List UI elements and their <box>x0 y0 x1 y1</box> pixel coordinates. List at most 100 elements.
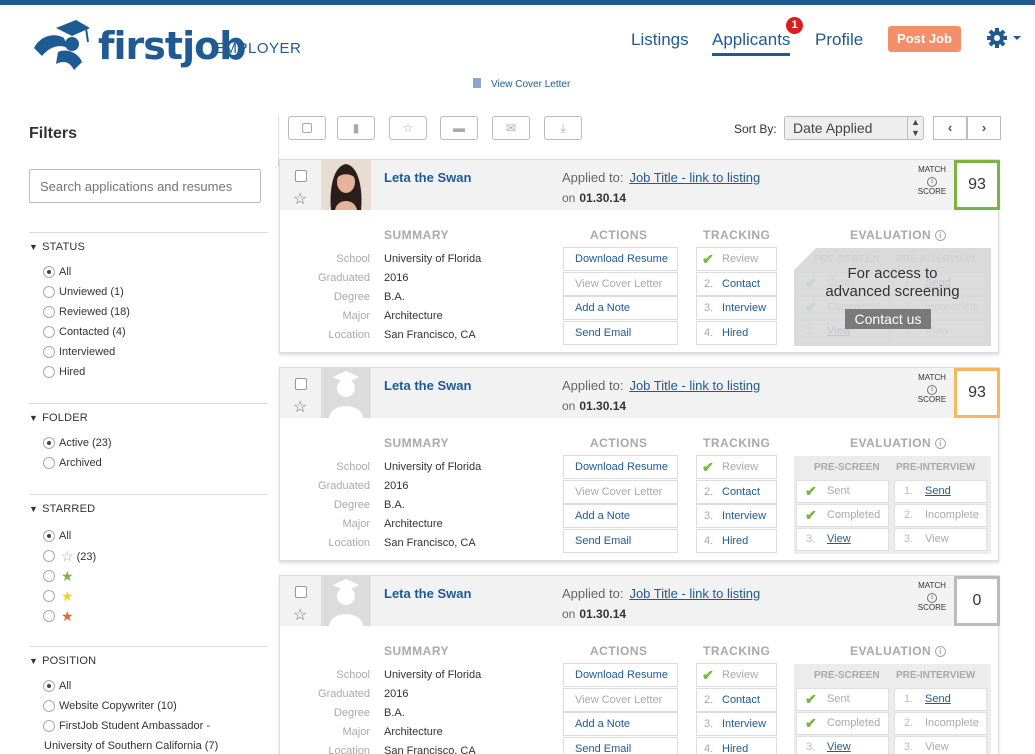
folder-option-archived[interactable]: Archived <box>29 453 268 473</box>
email-button[interactable]: ✉ <box>492 116 530 140</box>
starred-option-green[interactable]: ★ <box>29 566 268 586</box>
select-checkbox[interactable] <box>295 586 307 598</box>
post-job-button[interactable]: Post Job <box>888 26 961 52</box>
starred-option-all[interactable]: All <box>29 526 268 546</box>
status-option-all[interactable]: All <box>29 262 268 282</box>
send-email-button[interactable]: Send Email <box>563 529 678 553</box>
download-button[interactable]: ⤓ <box>544 116 582 140</box>
info-icon[interactable]: i <box>927 593 937 603</box>
position-option-ambassador-cont[interactable]: University of Southern California (7) <box>29 736 268 754</box>
pre-screen-view[interactable]: 3.View <box>796 736 889 754</box>
summary-location: Location San Francisco, CA <box>328 329 476 341</box>
info-icon[interactable]: i <box>935 646 947 657</box>
pre-interview-send[interactable]: 1.Send <box>894 688 987 711</box>
view-cover-letter-link[interactable]: View Cover Letter <box>473 78 570 90</box>
logo[interactable]: firstjob EMPLOYER <box>28 18 301 74</box>
tracking-contact[interactable]: 2. Contact <box>696 688 777 712</box>
applicant-name[interactable]: Leta the Swan <box>384 378 471 393</box>
select-checkbox[interactable] <box>295 378 307 390</box>
send-email-button[interactable]: Send Email <box>563 321 678 345</box>
notification-badge: 1 <box>786 17 803 34</box>
summary-degree: Degree B.A. <box>333 707 405 719</box>
status-option-hired[interactable]: Hired <box>29 362 268 382</box>
info-icon[interactable]: i <box>935 438 947 449</box>
tracking-hired[interactable]: 4. Hired <box>696 321 777 345</box>
job-title-link[interactable]: Job Title - link to listing <box>629 586 760 601</box>
star-toggle-icon[interactable]: ☆ <box>293 608 307 624</box>
starred-option-orange[interactable]: ★ <box>29 606 268 626</box>
applicant-name[interactable]: Leta the Swan <box>384 586 471 601</box>
pre-interview-send[interactable]: 1.Send <box>894 480 987 503</box>
pre-screen-view[interactable]: 3.View <box>796 528 889 551</box>
tracking-hired[interactable]: 4. Hired <box>696 529 777 553</box>
tracking-interview[interactable]: 3. Interview <box>696 296 777 320</box>
filters-panel: Filters <box>29 125 269 143</box>
advanced-screening-overlay: For access to advanced screening Contact u… <box>794 248 991 346</box>
position-option-copywriter[interactable]: Website Copywriter (10) <box>29 696 268 716</box>
tracking-interview[interactable]: 3. Interview <box>696 504 777 528</box>
folder-option-active[interactable]: Active (23) <box>29 433 268 453</box>
starred-option-yellow[interactable]: ★ <box>29 586 268 606</box>
tracking-heading: TRACKING <box>703 228 771 242</box>
evaluation-panel: PRE-SCREEN PRE-INTERVIEW ✔Sent ✔Complete… <box>794 456 991 554</box>
info-icon[interactable]: i <box>927 385 937 395</box>
nav-applicants[interactable]: Applicants <box>712 30 791 56</box>
pre-interview-heading: PRE-INTERVIEW <box>896 670 976 681</box>
nav-profile[interactable]: Profile <box>815 30 863 50</box>
summary-graduated: Graduated 2016 <box>318 480 409 492</box>
search-input[interactable] <box>29 169 261 203</box>
add-note-button[interactable]: Add a Note <box>563 712 678 736</box>
status-option-contacted[interactable]: Contacted (4) <box>29 322 268 342</box>
filter-starred: STARRED All ☆ (23) ★ ★ ★ <box>29 494 268 626</box>
star-toggle-icon[interactable]: ☆ <box>293 192 307 208</box>
avatar <box>321 160 371 210</box>
job-title-link[interactable]: Job Title - link to listing <box>629 378 760 393</box>
summary-location: Location San Francisco, CA <box>328 537 476 549</box>
select-checkbox[interactable] <box>295 170 307 182</box>
sort-select[interactable]: Date Applied ▲ ▼ <box>784 116 924 140</box>
info-icon[interactable]: i <box>927 177 937 187</box>
settings-menu[interactable] <box>985 26 1025 50</box>
view-cover-letter-button[interactable]: View Cover Letter <box>563 688 678 712</box>
star-button[interactable]: ☆ <box>389 116 427 140</box>
match-score: 93 <box>954 368 1000 418</box>
tracking-review[interactable]: ✔ Review <box>696 455 777 479</box>
download-resume-button[interactable]: Download Resume <box>563 663 678 687</box>
avatar <box>321 576 371 626</box>
add-note-button[interactable]: Add a Note <box>563 296 678 320</box>
select-all-button[interactable] <box>288 116 326 140</box>
tracking-interview[interactable]: 3. Interview <box>696 712 777 736</box>
add-note-button[interactable]: Add a Note <box>563 504 678 528</box>
next-page-button[interactable]: › <box>967 116 1001 140</box>
position-option-ambassador[interactable]: FirstJob Student Ambassador - <box>29 716 268 736</box>
tracking-review[interactable]: ✔ Review <box>696 247 777 271</box>
avatar-placeholder <box>329 579 363 626</box>
star-toggle-icon[interactable]: ☆ <box>293 400 307 416</box>
filters-title: Filters <box>29 125 78 142</box>
delete-button[interactable]: ▮ <box>337 116 375 140</box>
view-cover-letter-button[interactable]: View Cover Letter <box>563 480 678 504</box>
folder-button[interactable]: ▬ <box>440 116 478 140</box>
job-title-link[interactable]: Job Title - link to listing <box>629 170 760 185</box>
avatar-placeholder <box>329 371 363 418</box>
tracking-hired[interactable]: 4. Hired <box>696 737 777 754</box>
info-icon[interactable]: i <box>935 230 947 241</box>
position-option-all[interactable]: All <box>29 676 268 696</box>
download-resume-button[interactable]: Download Resume <box>563 247 678 271</box>
applicant-name[interactable]: Leta the Swan <box>384 170 471 185</box>
view-cover-letter-button[interactable]: View Cover Letter <box>563 272 678 296</box>
starred-option-empty[interactable]: ☆ (23) <box>29 546 268 566</box>
gear-icon <box>987 28 1021 48</box>
download-resume-button[interactable]: Download Resume <box>563 455 678 479</box>
contact-us-button[interactable]: Contact us <box>845 309 931 329</box>
applicant-card: ☆ Leta the Swan Applied to: Job Title - l… <box>279 367 1000 561</box>
tracking-contact[interactable]: 2. Contact <box>696 272 777 296</box>
status-option-unviewed[interactable]: Unviewed (1) <box>29 282 268 302</box>
status-option-interviewed[interactable]: Interviewed <box>29 342 268 362</box>
tracking-contact[interactable]: 2. Contact <box>696 480 777 504</box>
prev-page-button[interactable]: ‹ <box>933 116 967 140</box>
send-email-button[interactable]: Send Email <box>563 737 678 754</box>
status-option-reviewed[interactable]: Reviewed (18) <box>29 302 268 322</box>
tracking-review[interactable]: ✔ Review <box>696 663 777 687</box>
nav-listings[interactable]: Listings <box>631 30 689 50</box>
